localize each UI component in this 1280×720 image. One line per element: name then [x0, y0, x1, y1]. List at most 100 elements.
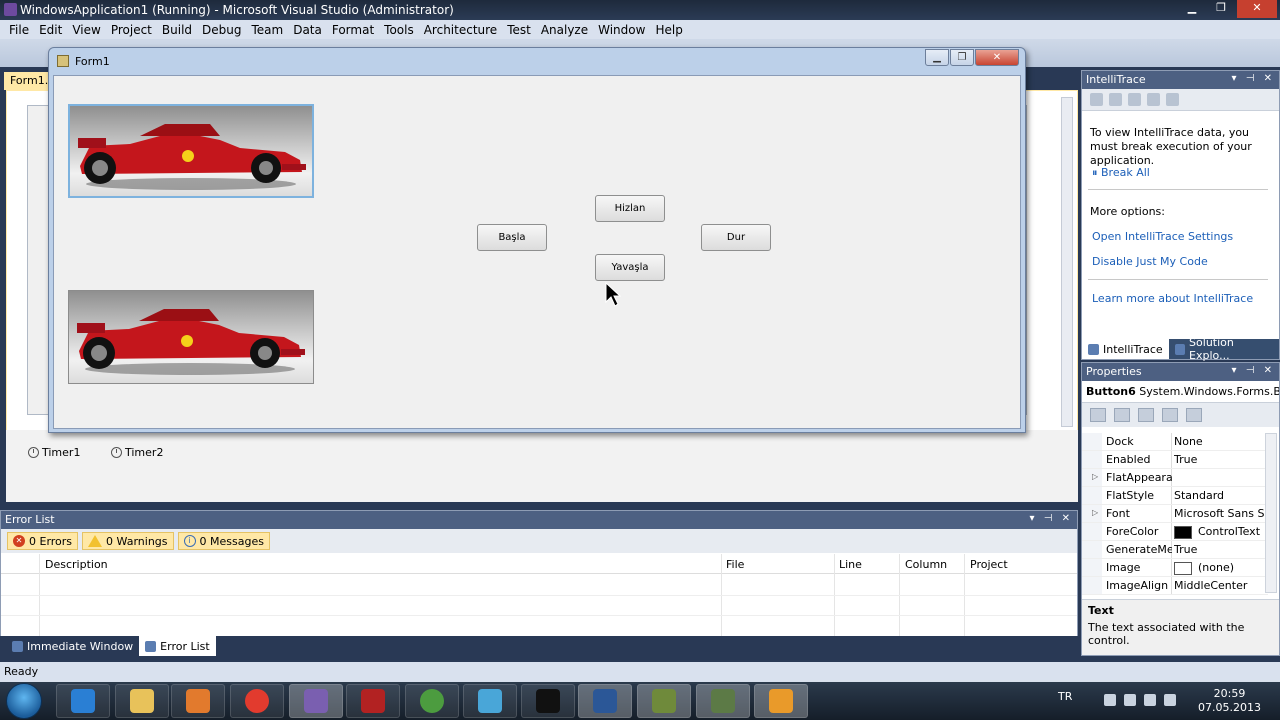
menu-team[interactable]: Team	[246, 23, 288, 37]
menu-build[interactable]: Build	[157, 23, 197, 37]
list-view-icon[interactable]	[1090, 93, 1103, 106]
media-player-button[interactable]	[171, 684, 225, 718]
basla-button[interactable]: Başla	[477, 224, 547, 251]
property-row[interactable]: ▷ Font Microsoft Sans Se	[1082, 505, 1268, 523]
timer2-component[interactable]: Timer2	[111, 446, 163, 459]
settings-icon[interactable]	[1147, 93, 1160, 106]
property-row[interactable]: ForeColor ControlText	[1082, 523, 1268, 541]
pin-icon[interactable]: ▾ ⊣ ✕	[1030, 513, 1073, 524]
volume-icon[interactable]	[1164, 694, 1176, 706]
column-file[interactable]: File	[726, 558, 744, 571]
break-all-link[interactable]: ⏸ Break All	[1092, 166, 1150, 180]
property-row[interactable]: Enabled True	[1082, 451, 1268, 469]
chrome-button[interactable]	[405, 684, 459, 718]
menu-tools[interactable]: Tools	[379, 23, 419, 37]
menu-format[interactable]: Format	[327, 23, 379, 37]
refresh-icon[interactable]	[1166, 93, 1179, 106]
menu-architecture[interactable]: Architecture	[419, 23, 502, 37]
menu-window[interactable]: Window	[593, 23, 650, 37]
game-app-2-button[interactable]	[696, 684, 750, 718]
open-intellitrace-settings-link[interactable]: Open IntelliTrace Settings	[1092, 230, 1233, 243]
menu-edit[interactable]: Edit	[34, 23, 67, 37]
menu-file[interactable]: File	[4, 23, 34, 37]
property-value[interactable]: None	[1174, 435, 1268, 448]
property-value[interactable]: Microsoft Sans Se	[1174, 507, 1268, 520]
warnings-filter-button[interactable]: 0 Warnings	[82, 532, 174, 550]
yandex-browser-button[interactable]	[230, 684, 284, 718]
word-button[interactable]	[578, 684, 632, 718]
events-icon[interactable]	[1162, 408, 1178, 422]
property-value[interactable]: True	[1174, 543, 1268, 556]
start-button[interactable]	[6, 683, 42, 719]
column-project[interactable]: Project	[970, 558, 1008, 571]
form1-title-bar[interactable]: Form1 ▁ ❐ ✕	[49, 48, 1025, 74]
maximize-button[interactable]: ❐	[1207, 0, 1235, 18]
form-minimize-button[interactable]: ▁	[925, 49, 949, 66]
pin-icon[interactable]: ▾ ⊣ ✕	[1232, 73, 1275, 84]
menu-debug[interactable]: Debug	[197, 23, 246, 37]
column-description[interactable]: Description	[45, 558, 108, 571]
file-explorer-button[interactable]	[115, 684, 169, 718]
open-log-icon[interactable]	[1128, 93, 1141, 106]
visual-studio-button[interactable]	[289, 684, 343, 718]
property-row[interactable]: GenerateMer True	[1082, 541, 1268, 559]
menu-project[interactable]: Project	[106, 23, 157, 37]
network-icon[interactable]	[1124, 694, 1136, 706]
timer1-component[interactable]: Timer1	[28, 446, 80, 459]
display-icon[interactable]	[1144, 694, 1156, 706]
property-scrollbar[interactable]	[1265, 433, 1277, 593]
hizlan-button[interactable]: Hizlan	[595, 195, 665, 222]
property-pages-icon[interactable]	[1186, 408, 1202, 422]
game-app-button[interactable]	[637, 684, 691, 718]
minimize-button[interactable]: ▁	[1178, 0, 1206, 18]
object-selector[interactable]: Button6 System.Windows.Forms.B	[1082, 381, 1279, 403]
menu-view[interactable]: View	[67, 23, 105, 37]
property-row[interactable]: Image (none)	[1082, 559, 1268, 577]
flash-button[interactable]	[346, 684, 400, 718]
disable-just-my-code-link[interactable]: Disable Just My Code	[1092, 255, 1208, 268]
yavasla-button[interactable]: Yavaşla	[595, 254, 665, 281]
form-maximize-button[interactable]: ❐	[950, 49, 974, 66]
tray-clock[interactable]: 20:59 07.05.2013	[1198, 687, 1261, 715]
properties-icon[interactable]	[1138, 408, 1154, 422]
form1-taskbar-button[interactable]	[754, 684, 808, 718]
internet-explorer-button[interactable]	[56, 684, 110, 718]
property-value[interactable]: Standard	[1174, 489, 1268, 502]
column-line[interactable]: Line	[839, 558, 862, 571]
expand-icon[interactable]: ▷	[1092, 472, 1098, 481]
close-button[interactable]: ✕	[1237, 0, 1277, 18]
form-close-button[interactable]: ✕	[975, 49, 1019, 66]
property-row[interactable]: FlatStyle Standard	[1082, 487, 1268, 505]
tab-intellitrace[interactable]: IntelliTrace	[1082, 339, 1169, 359]
property-row[interactable]: ImageAlign MiddleCenter	[1082, 577, 1268, 595]
menu-analyze[interactable]: Analyze	[536, 23, 593, 37]
media-app-button[interactable]	[521, 684, 575, 718]
flag-icon[interactable]	[1104, 694, 1116, 706]
menu-data[interactable]: Data	[288, 23, 327, 37]
dur-button[interactable]: Dur	[701, 224, 771, 251]
property-value[interactable]: ControlText	[1174, 525, 1268, 539]
property-row[interactable]: Dock None	[1082, 433, 1268, 451]
messages-filter-button[interactable]: i 0 Messages	[177, 532, 270, 550]
property-value[interactable]: MiddleCenter	[1174, 579, 1268, 592]
expand-icon[interactable]: ▷	[1092, 508, 1098, 517]
property-value[interactable]: (none)	[1174, 561, 1268, 575]
car-image-bottom[interactable]	[68, 290, 314, 384]
menu-help[interactable]: Help	[650, 23, 687, 37]
designer-scrollbar[interactable]	[1061, 97, 1073, 427]
language-indicator[interactable]: TR	[1058, 690, 1072, 703]
pin-icon[interactable]: ▾ ⊣ ✕	[1232, 365, 1275, 376]
property-value[interactable]: True	[1174, 453, 1268, 466]
categorized-icon[interactable]	[1090, 408, 1106, 422]
errors-filter-button[interactable]: ✕ 0 Errors	[7, 532, 79, 550]
tab-error-list[interactable]: Error List	[139, 636, 216, 656]
property-row[interactable]: ▷ FlatAppearan	[1082, 469, 1268, 487]
tab-immediate-window[interactable]: Immediate Window	[6, 636, 139, 656]
car-image-top[interactable]	[68, 104, 314, 198]
learn-more-link[interactable]: Learn more about IntelliTrace	[1092, 292, 1253, 305]
alphabetical-icon[interactable]	[1114, 408, 1130, 422]
filter-icon[interactable]	[1109, 93, 1122, 106]
column-column[interactable]: Column	[905, 558, 947, 571]
tab-solution-explorer[interactable]: Solution Explo...	[1168, 336, 1279, 362]
menu-test[interactable]: Test	[502, 23, 536, 37]
